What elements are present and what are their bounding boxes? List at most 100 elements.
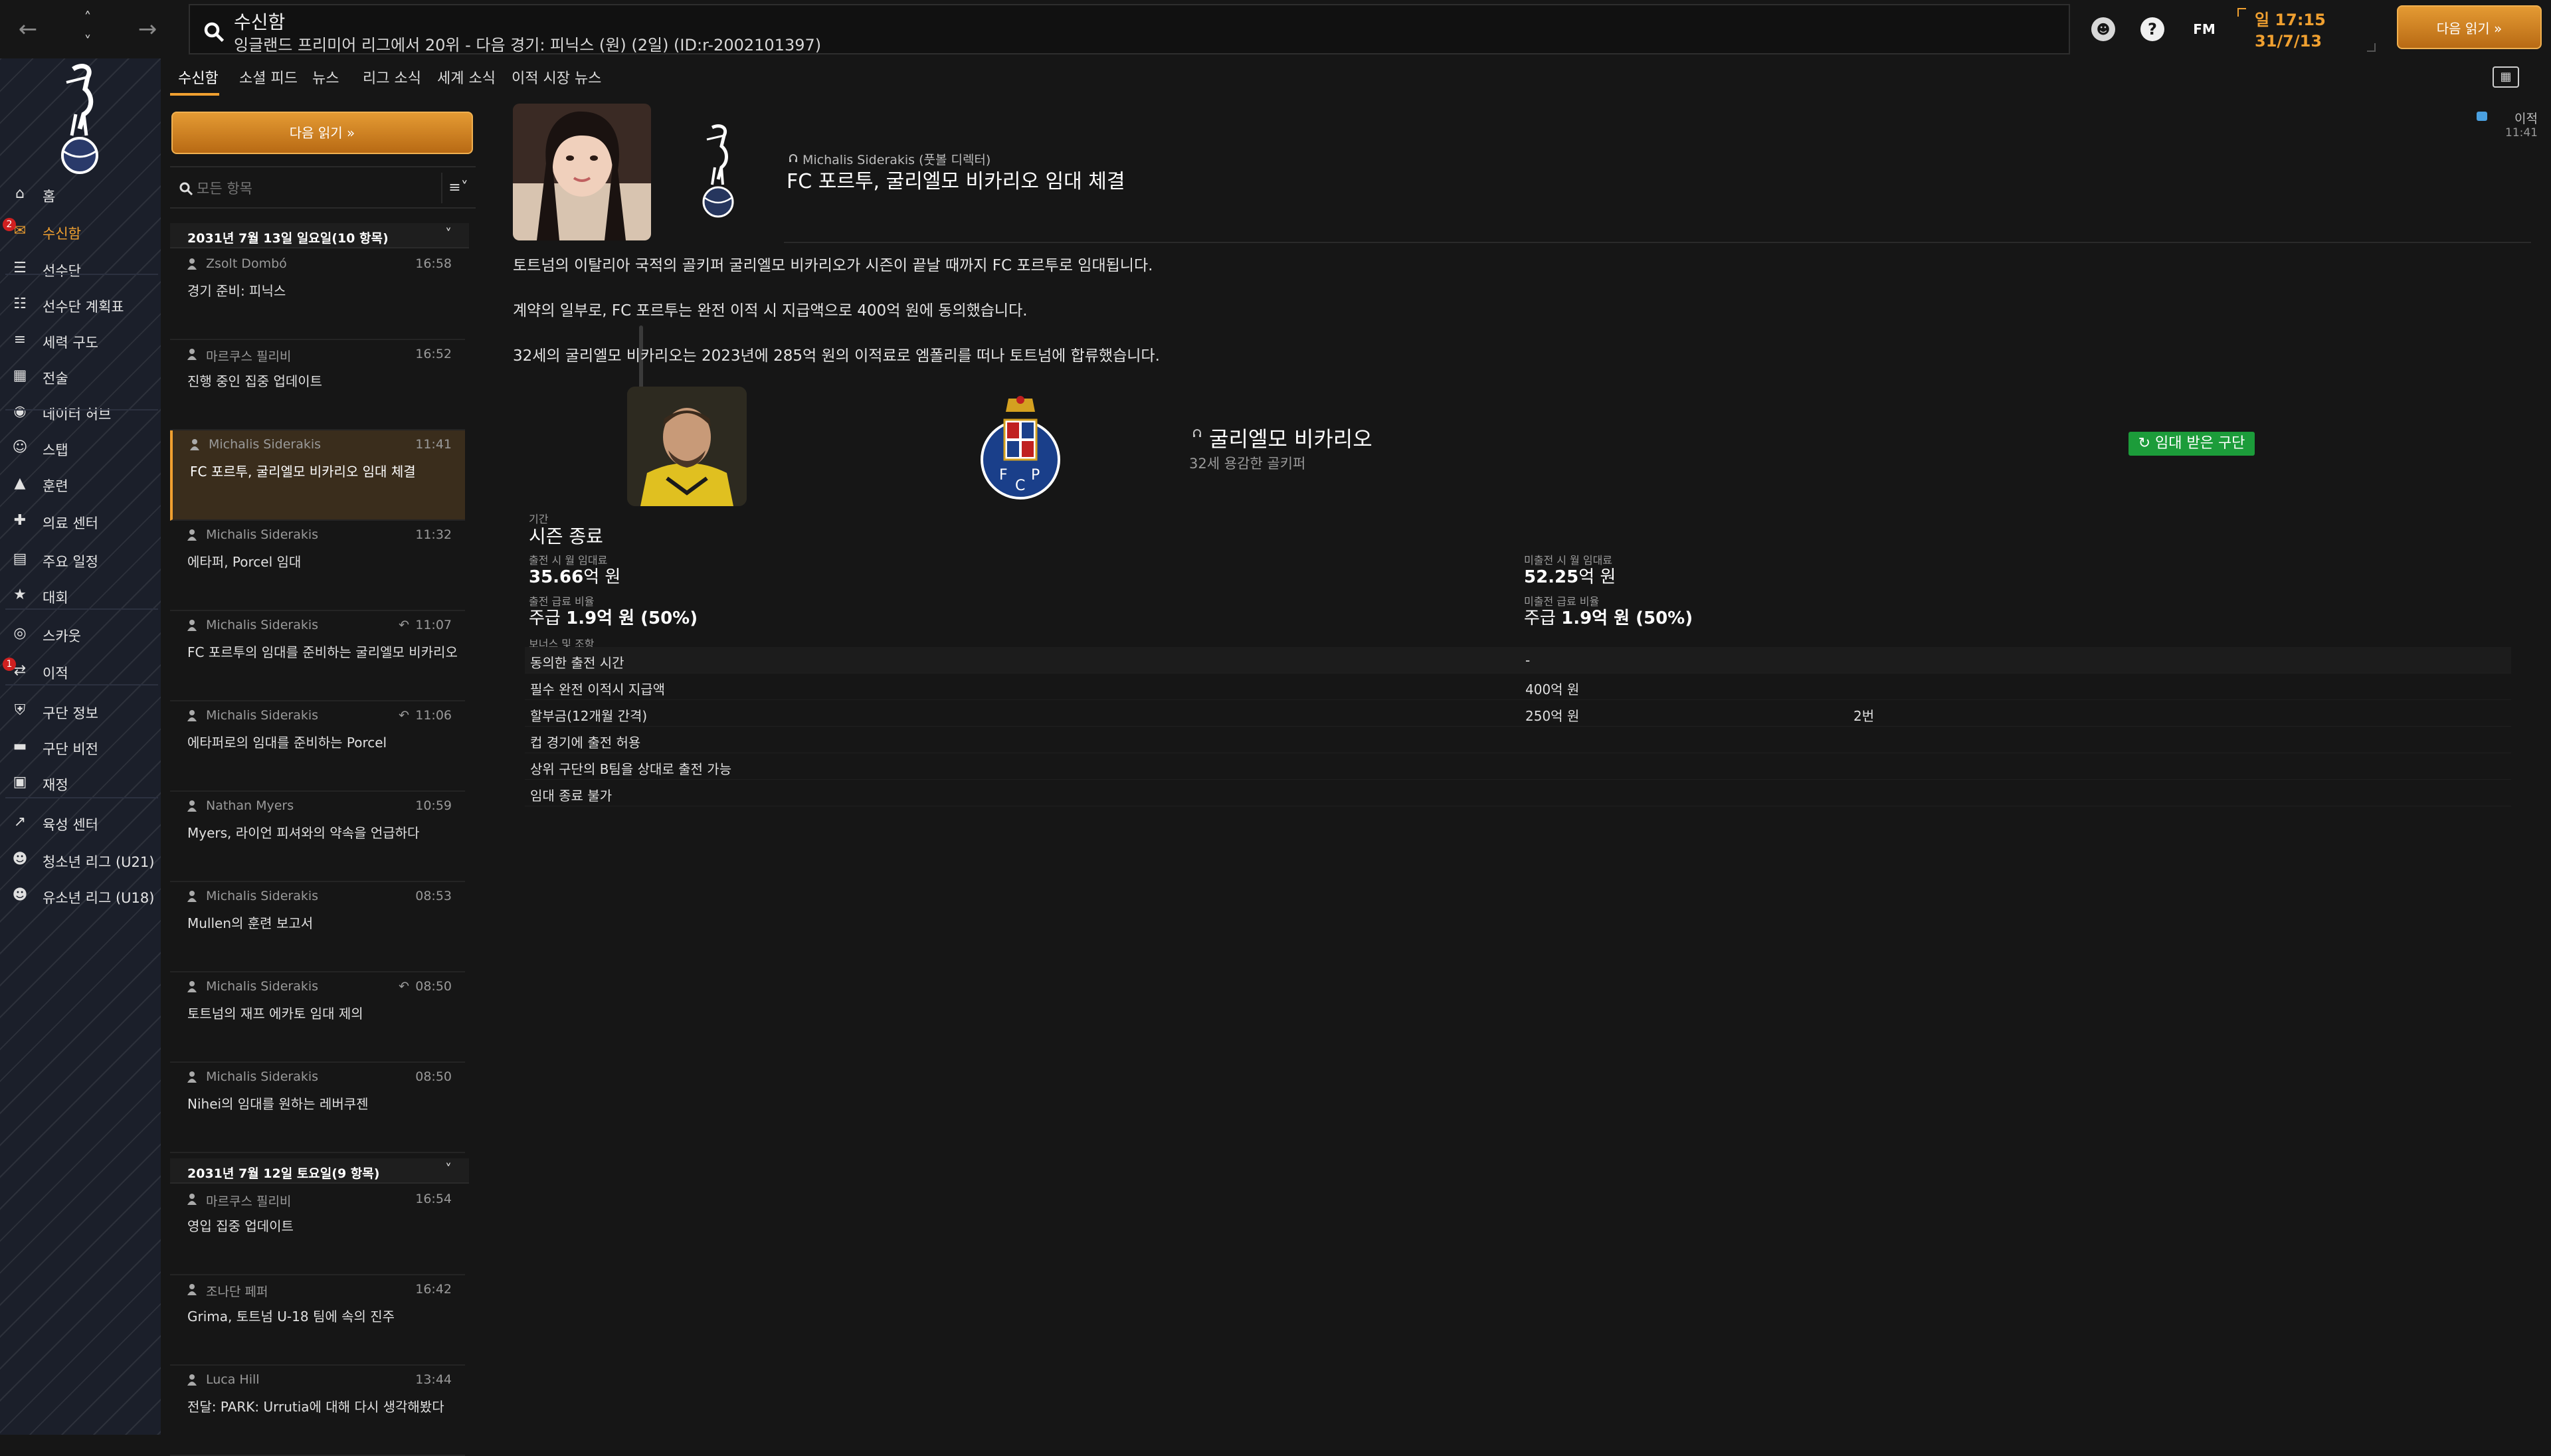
chevron-up-icon[interactable]: ˄	[78, 9, 97, 28]
player-name-link[interactable]: 굴리엘모 비카리오	[1209, 422, 1372, 453]
continue-button[interactable]: 다음 읽기 »	[2397, 5, 2542, 49]
back-arrow-icon[interactable]: ←	[13, 15, 43, 44]
sidebar-item-label: 의료 센터	[43, 515, 98, 531]
tab-news[interactable]: 뉴스	[312, 66, 339, 88]
filter-menu-icon[interactable]: ≡˅	[441, 173, 474, 203]
tab-transfer-news[interactable]: 이적 시장 뉴스	[512, 66, 601, 88]
title-search-box[interactable]: 수신함 잉글랜드 프리미어 리그에서 20위 - 다음 경기: 피닉스 (원) …	[189, 4, 2070, 54]
help-icon[interactable]: ?	[2140, 17, 2164, 41]
message-subject: FC 포르투, 굴리엘모 비카리오 임대 체결	[190, 464, 416, 480]
message-time: 13:44	[415, 1372, 452, 1387]
message-search-input[interactable]	[197, 175, 436, 202]
tab-league-news[interactable]: 리그 소식	[363, 66, 421, 88]
sidebar-item-shirt[interactable]: ☰ 선수단	[0, 252, 161, 284]
message-item[interactable]: Zsolt Dombó 16:58 경기 준비: 피닉스	[170, 250, 465, 340]
person-icon	[187, 800, 197, 812]
sidebar-item-inbox[interactable]: ✉ 수신함 2	[0, 215, 161, 247]
sidebar-item-clipboard[interactable]: ☷ 선수단 계획표	[0, 288, 161, 320]
message-item[interactable]: Michalis Siderakis 08:50 Nihei의 임대를 원하는 레버…	[170, 1063, 465, 1153]
message-item[interactable]: Luca Hill 13:44 전달: PARK: Urrutia에 대해 다시 생…	[170, 1366, 465, 1456]
message-subject: 토트넘의 재프 에카토 임대 제의	[187, 1006, 363, 1022]
sidebar-item-training[interactable]: ▲ 훈련	[0, 468, 161, 500]
reply-arrow-icon: ↶	[399, 979, 409, 994]
clause-name: 필수 완전 이적시 지급액	[530, 682, 666, 697]
message-item[interactable]: Nathan Myers 10:59 Myers, 라이언 피셔와의 약속을 언급하…	[170, 792, 465, 882]
message-item[interactable]: Michalis Siderakis 08:53 Mullen의 훈련 보고서	[170, 882, 465, 972]
person-icon	[187, 620, 197, 631]
chevron-down-icon[interactable]: ˅	[78, 33, 97, 52]
sidebar-item-scout[interactable]: ◎ 스카웃	[0, 618, 161, 650]
message-item[interactable]: 조나단 페퍼 16:42 Grima, 토트넘 U-18 팀에 속의 진주	[170, 1275, 465, 1366]
tab-world-news[interactable]: 세계 소식	[437, 66, 496, 88]
sidebar-item-data-hub[interactable]: ◉ 데이터 허브	[0, 396, 161, 428]
message-item[interactable]: 마르쿠스 필리비 16:54 영입 집중 업데이트	[170, 1185, 465, 1275]
article-paragraph-3: 32세의 굴리엘모 비카리오는 2023년에 285억 원의 이적료로 엠폴리를…	[513, 347, 1160, 365]
tab-inbox[interactable]: 수신함	[178, 66, 219, 88]
forward-arrow-icon[interactable]: →	[133, 15, 162, 44]
sidebar-item-label: 훈련	[43, 478, 68, 494]
clause-value: 400억 원	[1525, 682, 1580, 697]
message-item[interactable]: Michalis Siderakis ↶ 08:50 토트넘의 재프 에카토 임대 제…	[170, 972, 465, 1063]
message-sender: 조나단 페퍼	[206, 1285, 268, 1299]
player-photo[interactable]	[627, 387, 747, 506]
message-item[interactable]: Michalis Siderakis ↶ 11:07 FC 포르투의 임대를 준비하는…	[170, 611, 465, 701]
message-subject: Myers, 라이언 피셔와의 약속을 언급하다	[187, 825, 420, 841]
sidebar-item-calendar[interactable]: ▤ 주요 일정	[0, 543, 161, 575]
message-sender: Michalis Siderakis	[206, 618, 319, 632]
top-bar: ← ˄ ˅ → 수신함 잉글랜드 프리미어 리그에서 20위 - 다음 경기: …	[0, 0, 2551, 58]
message-sender: Michalis Siderakis	[206, 527, 319, 542]
message-item[interactable]: 마르쿠스 필리비 16:52 진행 중인 집중 업데이트	[170, 340, 465, 430]
sidebar-item-development[interactable]: ↗ 육성 센터	[0, 806, 161, 838]
person-icon	[187, 349, 197, 360]
reply-arrow-icon: ↶	[399, 618, 409, 632]
message-item[interactable]: Michalis Siderakis 11:41 FC 포르투, 굴리엘모 비카리오…	[170, 430, 465, 521]
fc-porto-crest-icon[interactable]: F C P	[979, 392, 1062, 502]
club-crest-icon[interactable]	[47, 62, 113, 175]
chevron-down-icon[interactable]: ˅	[445, 1161, 452, 1177]
sidebar-divider-5	[5, 797, 158, 798]
sidebar-item-staff[interactable]: ☺ 스탭	[0, 432, 161, 464]
trophy-icon: ★	[13, 587, 27, 603]
message-time: 11:32	[415, 527, 452, 542]
sidebar-item-label: 선수단 계획표	[43, 299, 124, 315]
sidebar-item-finance[interactable]: ▣ 재정	[0, 767, 161, 798]
message-group-header[interactable]: 2031년 7월 12일 토요일(9 항목) ˅	[170, 1158, 469, 1184]
sidebar-item-medical[interactable]: ✚ 의료 센터	[0, 505, 161, 537]
message-time: 08:50	[415, 1069, 452, 1084]
sidebar-item-trophy[interactable]: ★ 대회	[0, 579, 161, 611]
message-item[interactable]: Michalis Siderakis 11:32 에타퍼, Porcel 임대	[170, 521, 465, 611]
sidebar-item-hierarchy[interactable]: ≡ 세력 구도	[0, 324, 161, 356]
message-item[interactable]: Michalis Siderakis ↶ 11:06 에타퍼로의 임대를 준비하는 P…	[170, 701, 465, 792]
article-title: FC 포르투, 굴리엘모 비카리오 임대 체결	[787, 170, 1125, 193]
message-sender: Zsolt Dombó	[206, 256, 287, 271]
tactics-icon: ▦	[13, 367, 27, 384]
sidebar-item-u21[interactable]: ☻ 청소년 리그 (U21)	[0, 844, 161, 875]
message-subject: 진행 중인 집중 업데이트	[187, 373, 323, 389]
game-clock[interactable]: 일 17:15 31/7/13	[2235, 5, 2376, 53]
clock-corner-icon	[2237, 8, 2246, 17]
loan-club-badge: ↻ 임대 받은 구단	[2128, 432, 2255, 456]
sidebar-item-label: 유소년 리그 (U18)	[43, 890, 155, 906]
list-continue-button[interactable]: 다음 읽기 »	[171, 112, 473, 154]
player-search-icon[interactable]: ☻	[2091, 17, 2115, 41]
sidebar-item-u18[interactable]: ☻ 유소년 리그 (U18)	[0, 879, 161, 911]
svg-text:F: F	[999, 467, 1008, 484]
clock-resize-icon	[2367, 43, 2376, 52]
sidebar-item-club-vision[interactable]: ▬ 구단 비전	[0, 731, 161, 763]
finance-icon: ▣	[13, 774, 27, 790]
layout-toggle-icon[interactable]: ▦	[2493, 66, 2519, 88]
sidebar-item-label: 수신함	[43, 226, 81, 242]
chevron-down-icon[interactable]: ˅	[445, 226, 452, 242]
wage-share-play-value: 1.9	[566, 608, 597, 628]
sidebar-item-club-info[interactable]: ⛨ 구단 정보	[0, 695, 161, 727]
tab-social-feed[interactable]: 소셜 피드	[239, 66, 298, 88]
medical-icon: ✚	[13, 512, 27, 529]
person-icon	[187, 710, 197, 721]
message-group-header[interactable]: 2031년 7월 13일 일요일(10 항목) ˅	[170, 223, 469, 248]
sidebar-item-tactics[interactable]: ▦ 전술	[0, 360, 161, 392]
message-time: 08:50	[415, 979, 452, 994]
sidebar-item-home[interactable]: ⌂ 홈	[0, 178, 161, 210]
fm-menu-icon[interactable]: FM	[2186, 17, 2223, 41]
sidebar-item-transfer[interactable]: ⇄ 이적 1	[0, 655, 161, 687]
person-icon	[187, 981, 197, 992]
